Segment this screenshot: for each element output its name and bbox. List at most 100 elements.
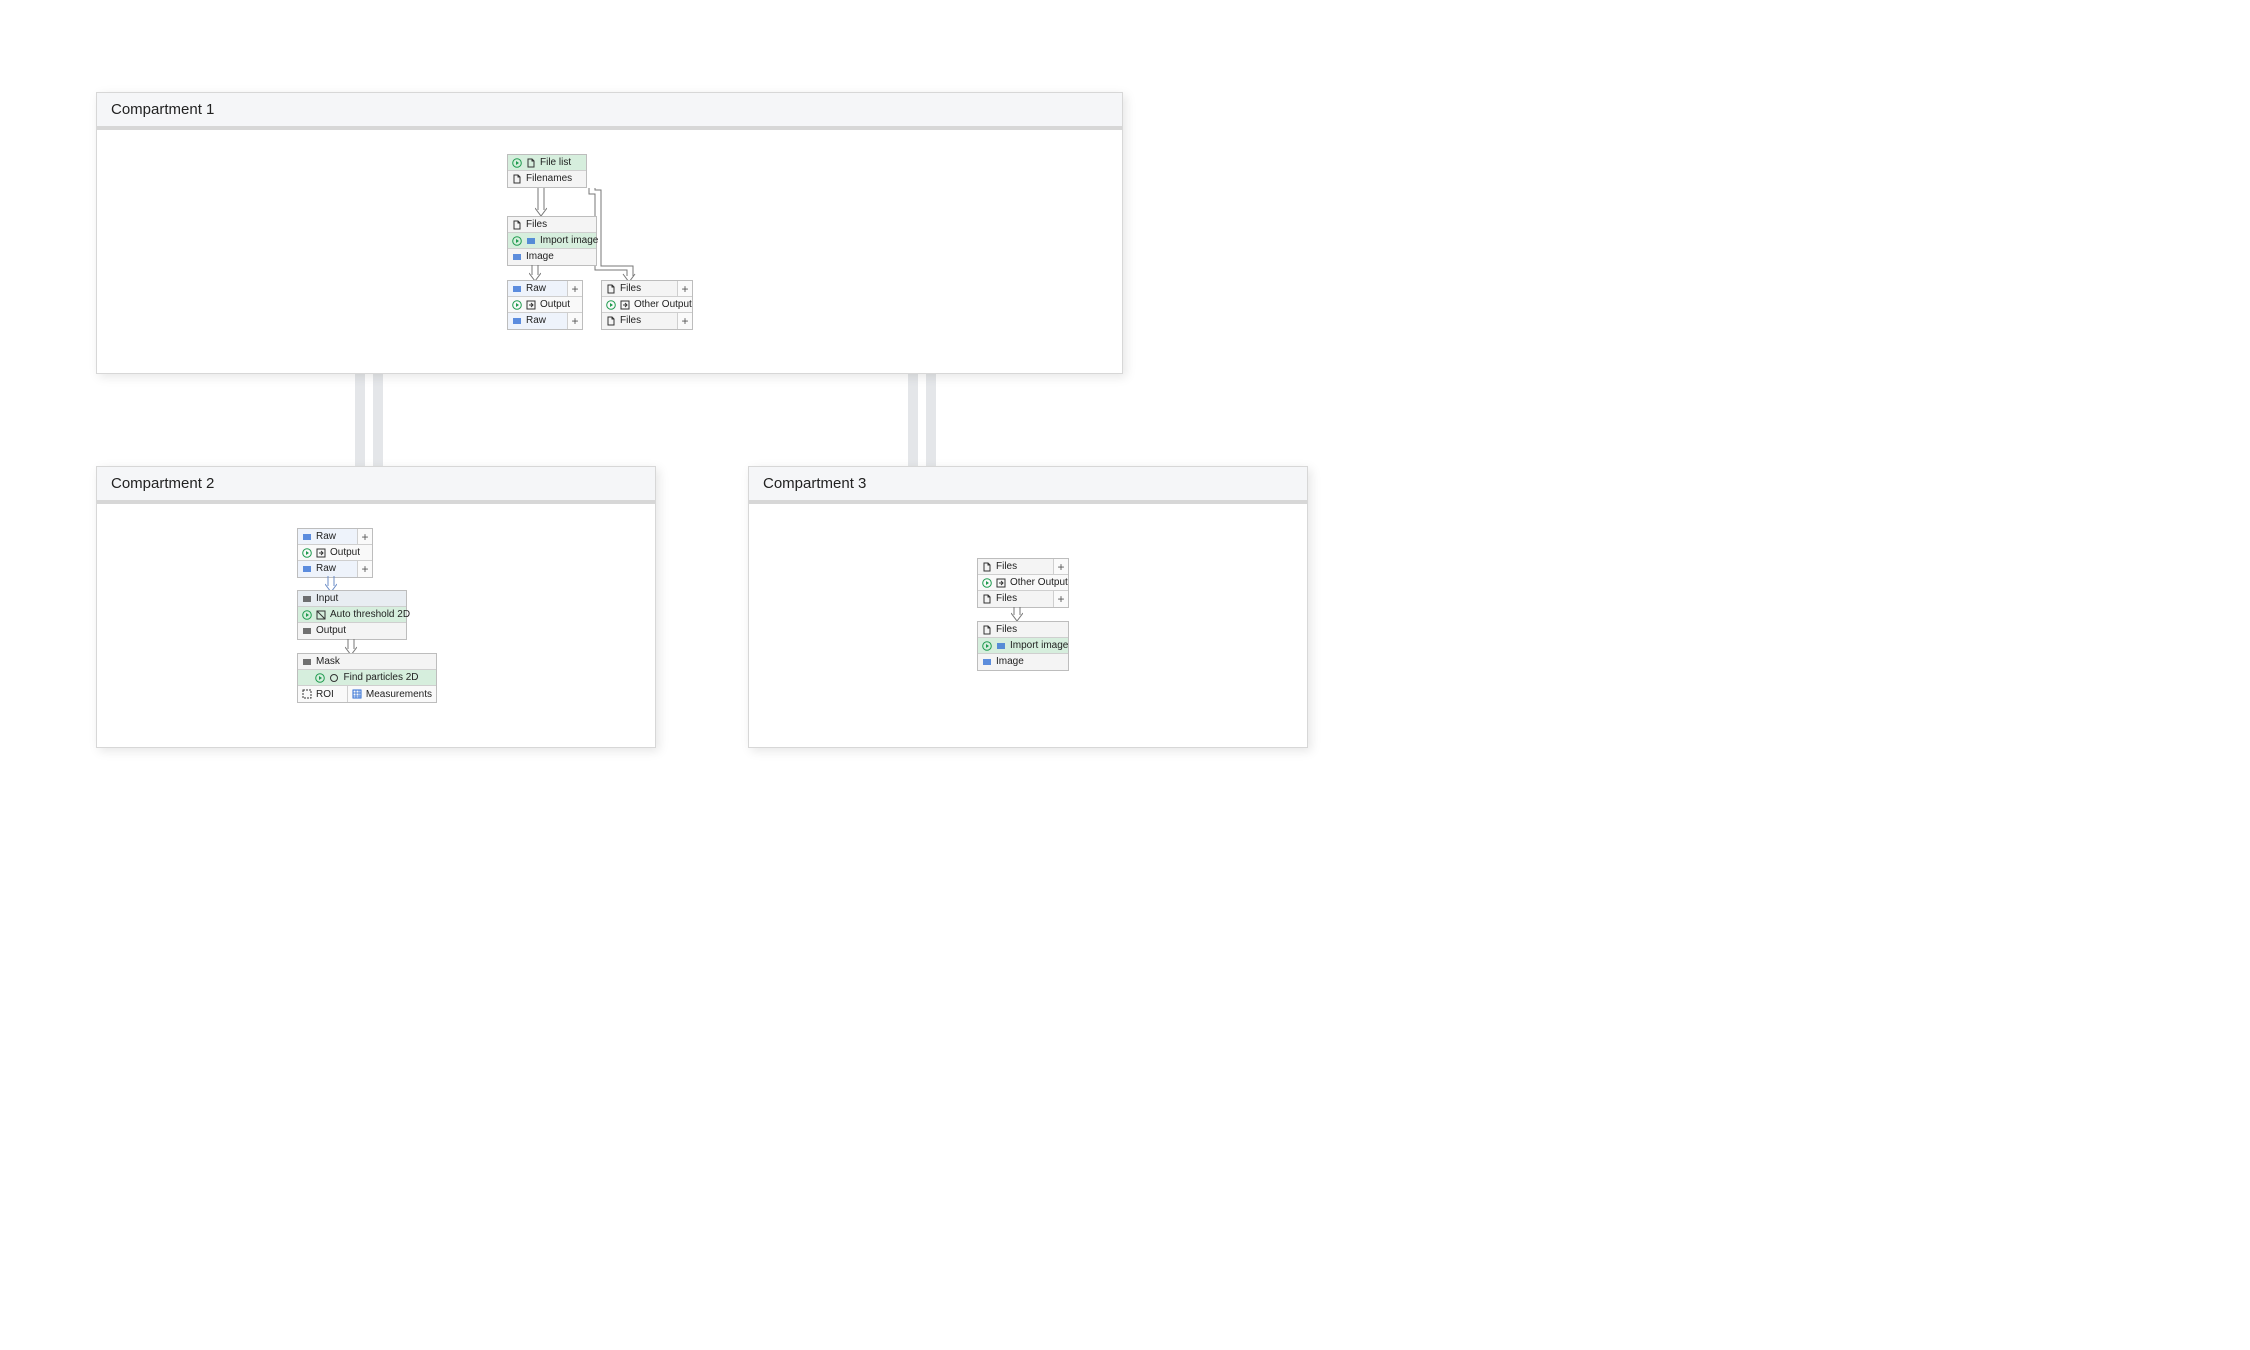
add-input-button[interactable]: + xyxy=(677,281,692,296)
compartment-connector-right xyxy=(908,372,938,467)
port-raw-out-label: Raw xyxy=(526,313,546,329)
compartment-3-title: Compartment 3 xyxy=(749,467,1307,504)
stack-icon xyxy=(302,532,312,542)
port-raw-out[interactable]: Raw + xyxy=(298,561,372,577)
compartment-2-body: Raw + Output Raw + xyxy=(97,504,655,746)
export-icon xyxy=(526,300,536,310)
compartment-2-title: Compartment 2 xyxy=(97,467,655,504)
add-output-button[interactable]: + xyxy=(567,313,582,329)
node-title: Find particles 2D xyxy=(298,670,436,686)
port-files-out[interactable]: Files + xyxy=(978,591,1068,607)
threshold-icon xyxy=(316,610,326,620)
run-icon[interactable] xyxy=(512,236,522,246)
port-raw-in[interactable]: Raw + xyxy=(508,281,582,297)
port-output[interactable]: Output xyxy=(298,623,406,639)
import-image-title: Import image xyxy=(540,233,598,249)
stack-icon xyxy=(512,316,522,326)
stack-icon xyxy=(526,236,536,246)
port-raw-out[interactable]: Raw + xyxy=(508,313,582,329)
other-output-ghost-title: Other Output xyxy=(1010,575,1068,591)
node-find-particles[interactable]: Mask Find particles 2D ROI Measurements xyxy=(297,653,437,703)
port-measurements[interactable]: Measurements xyxy=(347,686,436,702)
port-raw-in[interactable]: Raw + xyxy=(298,529,372,545)
port-image-out-label: Image xyxy=(996,654,1024,670)
run-icon[interactable] xyxy=(302,548,312,558)
node-output[interactable]: Raw + Output Raw + xyxy=(507,280,583,330)
port-files-in-label: Files xyxy=(526,217,547,233)
add-input-button[interactable]: + xyxy=(357,529,372,544)
roi-icon xyxy=(302,689,312,699)
run-icon[interactable] xyxy=(606,300,616,310)
node-auto-threshold[interactable]: Input Auto threshold 2D Output xyxy=(297,590,407,640)
other-output-title: Other Output xyxy=(634,297,692,313)
port-measurements-label: Measurements xyxy=(366,689,432,700)
file-icon xyxy=(512,174,522,184)
stack-icon xyxy=(996,641,1006,651)
port-files-out[interactable]: Files + xyxy=(602,313,692,329)
file-icon xyxy=(606,316,616,326)
arrow-import-to-output xyxy=(529,265,541,281)
run-icon[interactable] xyxy=(982,578,992,588)
stack-icon xyxy=(302,564,312,574)
export-icon xyxy=(620,300,630,310)
port-roi[interactable]: ROI xyxy=(298,686,347,702)
file-list-title: File list xyxy=(540,155,571,171)
run-icon[interactable] xyxy=(512,158,522,168)
port-filenames[interactable]: Filenames xyxy=(508,171,586,187)
run-icon[interactable] xyxy=(302,610,312,620)
port-files-in-label: Files xyxy=(996,559,1017,575)
add-output-button[interactable]: + xyxy=(1053,591,1068,607)
circle-icon xyxy=(329,673,339,683)
port-files-in[interactable]: Files xyxy=(508,217,596,233)
compartment-2[interactable]: Compartment 2 Raw + Output xyxy=(96,466,656,748)
port-image-out[interactable]: Image xyxy=(508,249,596,265)
port-files-in[interactable]: Files + xyxy=(602,281,692,297)
add-input-button[interactable]: + xyxy=(1053,559,1068,574)
add-output-button[interactable]: + xyxy=(357,561,372,577)
node-output-ghost[interactable]: Raw + Output Raw + xyxy=(297,528,373,578)
port-mask-label: Mask xyxy=(316,654,340,670)
compartment-1-body: File list Filenames xyxy=(97,130,1122,372)
node-other-output-ghost[interactable]: Files + Other Output Files + xyxy=(977,558,1069,608)
table-icon xyxy=(352,689,362,699)
port-files-in[interactable]: Files + xyxy=(978,559,1068,575)
stack-icon xyxy=(302,626,312,636)
node-title: Output xyxy=(298,545,372,561)
node-title: Other Output xyxy=(978,575,1068,591)
node-title: Output xyxy=(508,297,582,313)
compartment-1-title: Compartment 1 xyxy=(97,93,1122,130)
node-title: File list xyxy=(508,155,586,171)
port-mask[interactable]: Mask xyxy=(298,654,436,670)
run-icon[interactable] xyxy=(315,673,325,683)
find-particles-title: Find particles 2D xyxy=(343,670,418,686)
node-title: Auto threshold 2D xyxy=(298,607,406,623)
port-raw-in-label: Raw xyxy=(316,529,336,545)
node-other-output[interactable]: Files + Other Output Files + xyxy=(601,280,693,330)
run-icon[interactable] xyxy=(512,300,522,310)
port-input[interactable]: Input xyxy=(298,591,406,607)
auto-threshold-title: Auto threshold 2D xyxy=(330,607,410,623)
port-filenames-label: Filenames xyxy=(526,171,572,187)
port-image-out[interactable]: Image xyxy=(978,654,1068,670)
add-input-button[interactable]: + xyxy=(567,281,582,296)
port-files-in[interactable]: Files xyxy=(978,622,1068,638)
compartment-3[interactable]: Compartment 3 Files + Other Output xyxy=(748,466,1308,748)
add-output-button[interactable]: + xyxy=(677,313,692,329)
node-import-image[interactable]: Files Import image Image xyxy=(507,216,597,266)
run-icon[interactable] xyxy=(982,641,992,651)
port-files-in-label: Files xyxy=(620,281,641,297)
stack-icon xyxy=(302,594,312,604)
file-icon xyxy=(512,220,522,230)
port-image-out-label: Image xyxy=(526,249,554,265)
node-import-image-2[interactable]: Files Import image Image xyxy=(977,621,1069,671)
node-title: Import image xyxy=(508,233,596,249)
stack-icon xyxy=(512,252,522,262)
output-title: Output xyxy=(540,297,570,313)
port-files-out-label: Files xyxy=(996,591,1017,607)
port-raw-in-label: Raw xyxy=(526,281,546,297)
node-file-list[interactable]: File list Filenames xyxy=(507,154,587,188)
file-icon xyxy=(526,158,536,168)
compartment-1[interactable]: Compartment 1 File list File xyxy=(96,92,1123,374)
port-raw-out-label: Raw xyxy=(316,561,336,577)
port-roi-label: ROI xyxy=(316,689,334,700)
